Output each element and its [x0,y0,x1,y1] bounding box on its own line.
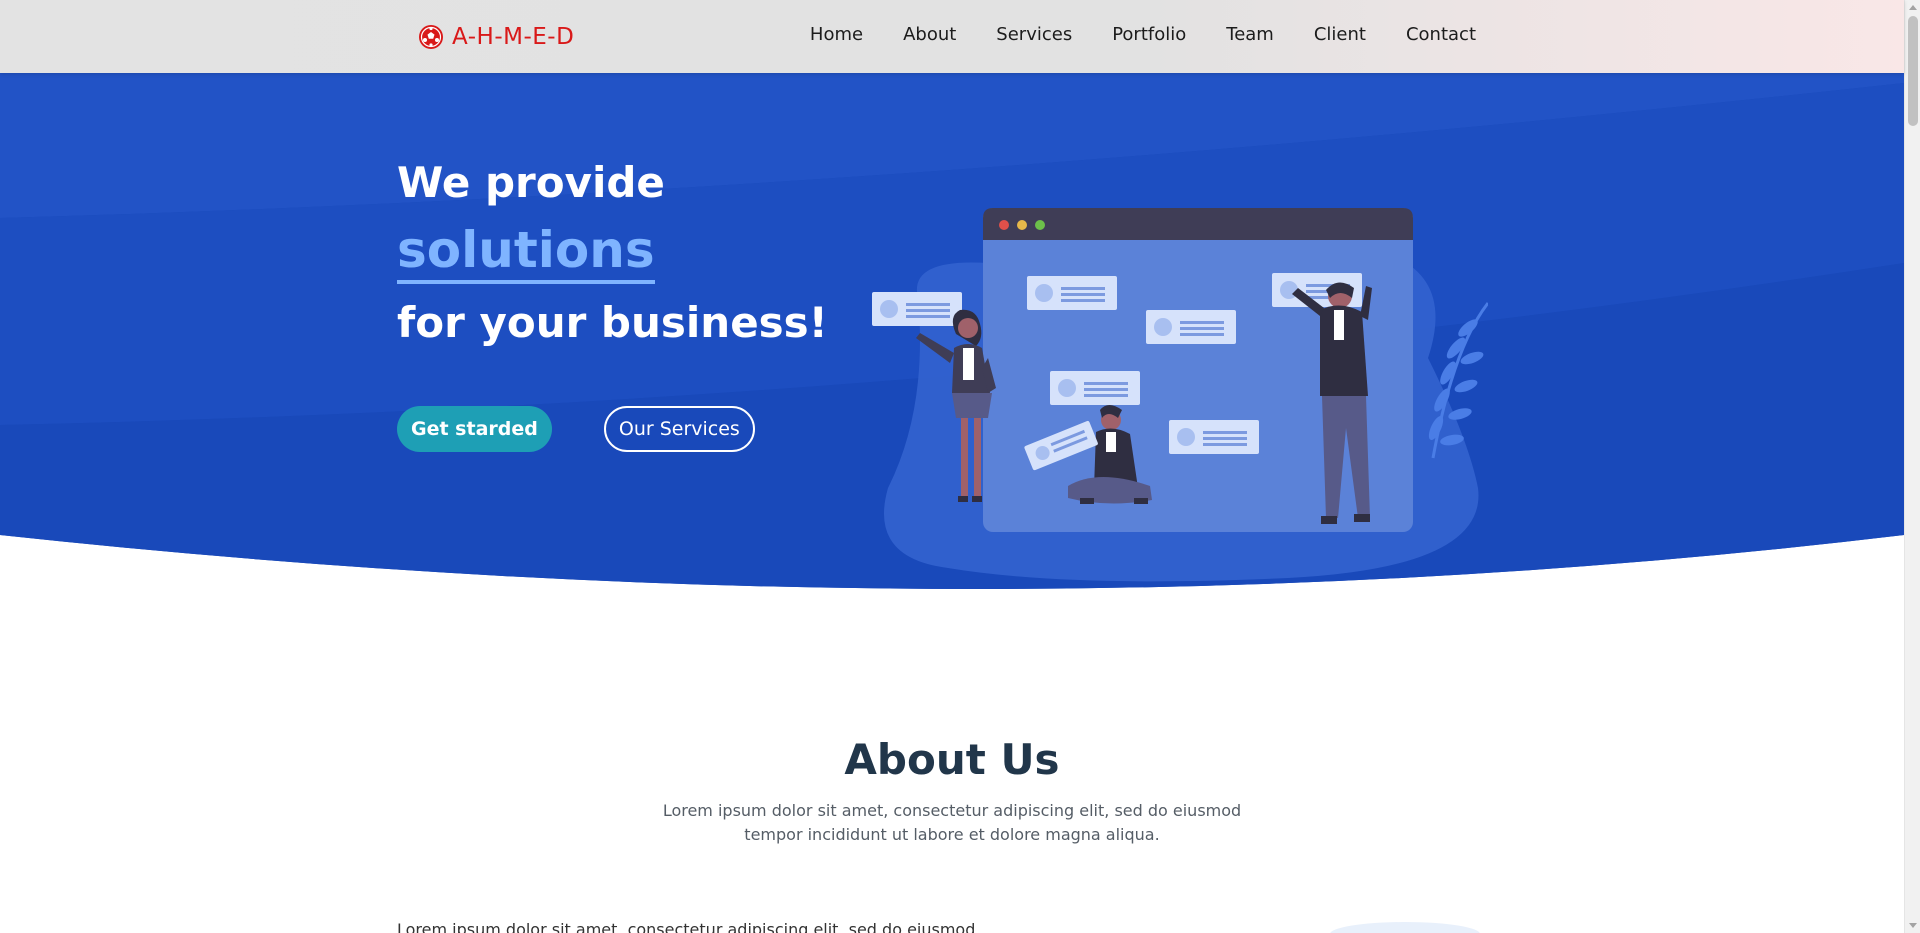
our-services-button[interactable]: Our Services [603,406,755,452]
about-body-text: Lorem ipsum dolor sit amet, consectetur … [397,920,976,933]
site-header: A-H-M-E-D Home About Services Portfolio … [0,0,1904,73]
hero-headline: We provide solutions for your business! [397,158,828,348]
main-nav: Home About Services Portfolio Team Clien… [810,24,1476,45]
logo-text: A-H-M-E-D [452,24,575,50]
hero-line-1: We provide [397,158,665,207]
logo[interactable]: A-H-M-E-D [418,24,574,50]
scroll-thumb[interactable] [1908,16,1918,126]
get-started-button[interactable]: Get starded [397,406,552,452]
hero-section: We provide solutions for your business! … [0,73,1904,603]
nav-portfolio[interactable]: Portfolio [1112,24,1186,45]
page-scrollbar[interactable] [1904,0,1920,933]
nav-home[interactable]: Home [810,24,863,45]
about-title: About Us [844,735,1060,784]
hero-actions: Get starded Our Services [397,406,755,452]
about-description: Lorem ipsum dolor sit amet, consectetur … [662,801,1242,844]
nav-contact[interactable]: Contact [1406,24,1476,45]
scroll-up-arrow-icon[interactable] [1909,5,1917,10]
nav-services[interactable]: Services [996,24,1072,45]
hero-line-3: for your business! [397,297,828,347]
soccer-ball-icon [419,25,443,49]
hero-illustration [872,208,1488,582]
nav-about[interactable]: About [903,24,956,45]
hero-highlight: solutions [397,222,655,284]
scroll-down-arrow-icon[interactable] [1909,923,1917,928]
about-decoration [1330,922,1480,933]
nav-client[interactable]: Client [1314,24,1366,45]
nav-team[interactable]: Team [1226,24,1274,45]
